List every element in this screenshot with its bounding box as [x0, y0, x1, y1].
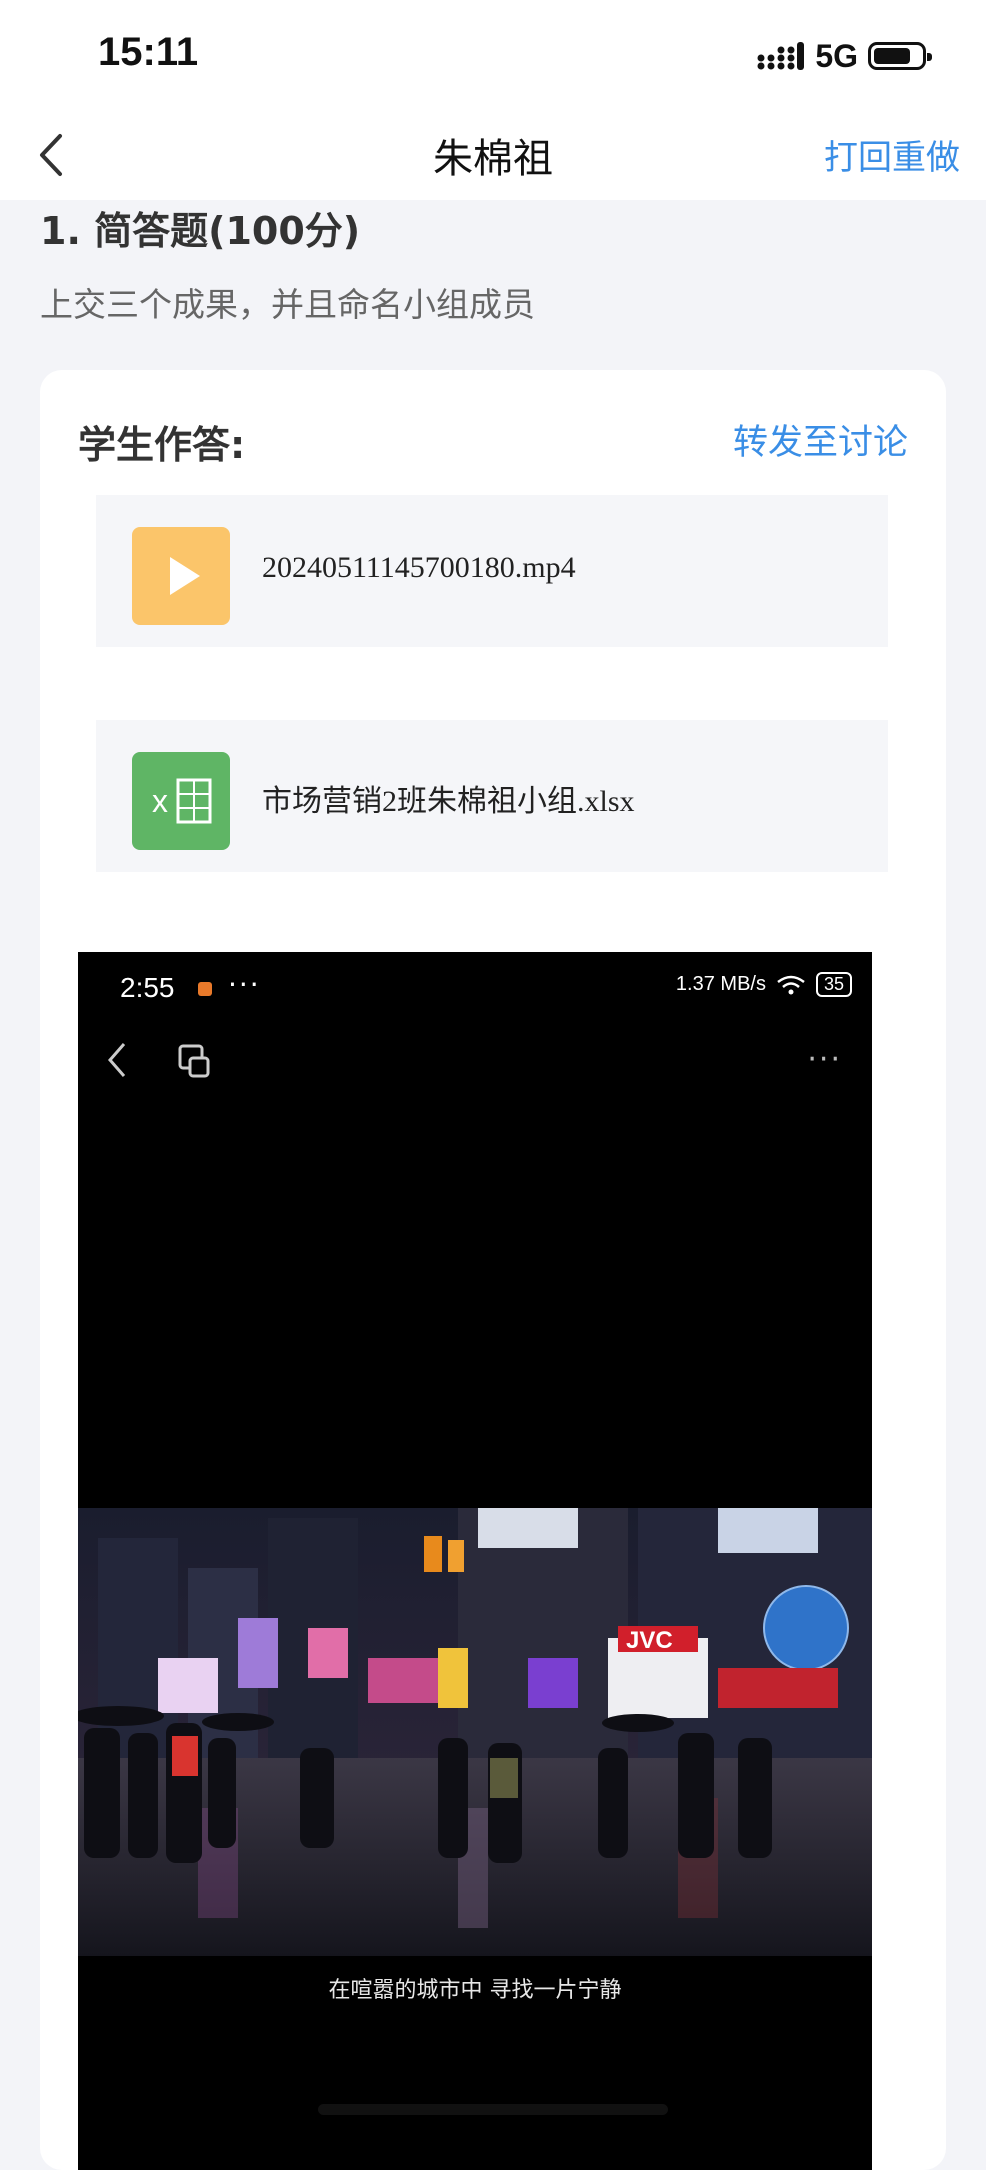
status-indicators: 5G	[757, 36, 932, 76]
screenshot-status-indicators: 1.37 MB/s 35	[676, 972, 852, 997]
home-indicator	[318, 2104, 668, 2115]
network-type: 5G	[815, 37, 858, 74]
screenshot-status-time: 2:55	[120, 972, 175, 1003]
video-subtitle: 在喧嚣的城市中 寻找一片宁静	[328, 1978, 622, 2003]
screenshot-net-speed: 1.37 MB/s	[675, 973, 766, 995]
return-redo-button[interactable]: 打回重做	[824, 130, 960, 179]
answer-card: 学生作答: 转发至讨论 20240511145700180.mp4 x 市场营销…	[40, 370, 946, 2170]
svg-text:x: x	[152, 783, 168, 819]
screenshot-back-icon	[108, 1043, 126, 1077]
question-description: 上交三个成果，并且命名小组成员	[40, 285, 535, 324]
forward-to-discussion-button[interactable]: 转发至讨论	[733, 414, 908, 465]
status-bar: 15:11 5G	[0, 0, 986, 110]
screenshot-more-icon: ···	[807, 1042, 842, 1077]
status-time: 15:11	[98, 30, 199, 74]
video-play-icon	[132, 527, 230, 625]
nav-bar: 朱棉祖 打回重做	[0, 110, 986, 200]
excel-icon: x	[132, 752, 230, 850]
attached-screenshot-image[interactable]: 2:55 ··· 1.37 MB/s 35 ··· JVC 在喧嚣的城市中 寻找…	[78, 952, 872, 2170]
question-title: 1. 简答题(100分)	[40, 209, 361, 253]
attachment-name: 市场营销2班朱棉祖小组.xlsx	[262, 785, 635, 818]
screenshot-window-icon	[178, 1044, 210, 1078]
notification-icon	[198, 982, 212, 996]
student-answer-label: 学生作答:	[78, 423, 246, 467]
battery-icon	[868, 42, 932, 70]
screenshot-battery: 35	[815, 972, 852, 997]
signal-icon	[757, 42, 805, 70]
wifi-icon	[777, 975, 805, 994]
jvc-sign-text: JVC	[626, 1627, 673, 1654]
attachment-excel[interactable]: x 市场营销2班朱棉祖小组.xlsx	[96, 720, 888, 872]
attachment-name: 20240511145700180.mp4	[262, 551, 576, 584]
attachment-video[interactable]: 20240511145700180.mp4	[96, 495, 888, 647]
city-night-video-frame: JVC	[78, 1508, 872, 1956]
screenshot-status-dots: ···	[228, 968, 261, 1001]
